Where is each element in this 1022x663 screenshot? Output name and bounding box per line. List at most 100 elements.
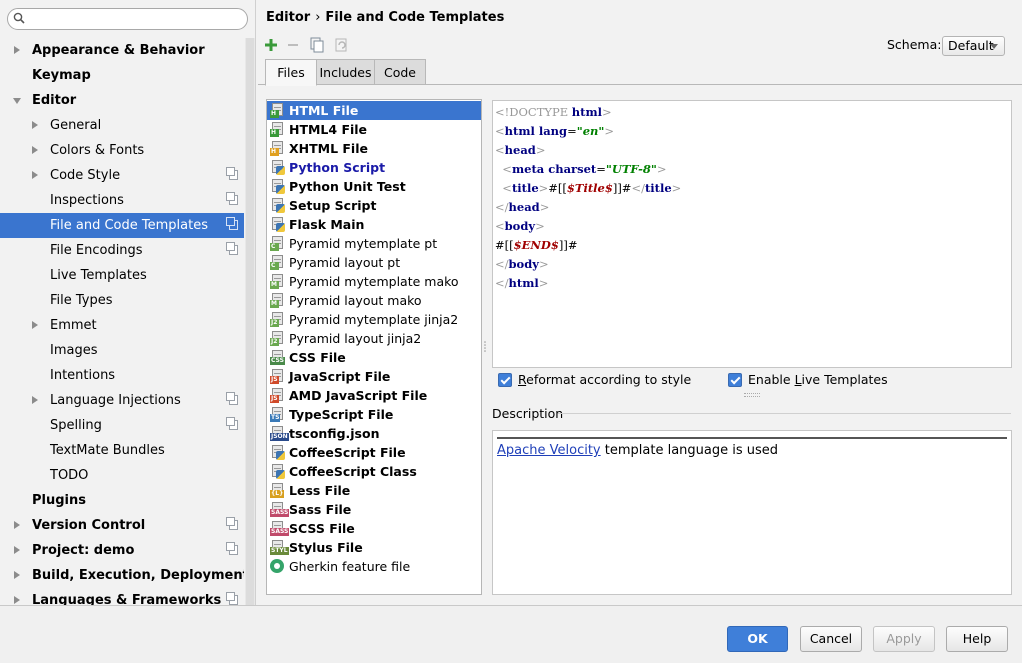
- chevron-right-icon[interactable]: [14, 46, 20, 54]
- sidebar-item-general[interactable]: General: [0, 113, 244, 138]
- chevron-right-icon[interactable]: [32, 121, 38, 129]
- template-item-stylus-file[interactable]: STYL Stylus File: [267, 538, 481, 557]
- template-name: XHTML File: [289, 141, 368, 156]
- schema-dropdown[interactable]: Default: [942, 36, 1005, 56]
- template-item-setup-script[interactable]: Setup Script: [267, 196, 481, 215]
- reset-icon[interactable]: [332, 36, 350, 54]
- template-editor[interactable]: <!DOCTYPE html> <html lang="en"> <head> <m…: [492, 100, 1012, 368]
- sidebar-item-code-style[interactable]: Code Style: [0, 163, 244, 188]
- template-item-less-file[interactable]: {L} Less File: [267, 481, 481, 500]
- sidebar-item-inspections[interactable]: Inspections: [0, 188, 244, 213]
- template-item-amd-javascript-file[interactable]: JS AMD JavaScript File: [267, 386, 481, 405]
- velocity-link[interactable]: Apache Velocity: [497, 443, 601, 458]
- sidebar-item-textmate-bundles[interactable]: TextMate Bundles: [0, 438, 244, 463]
- sidebar-scrollbar[interactable]: [245, 38, 255, 605]
- description-divider: [558, 413, 1011, 414]
- sidebar-item-languages-frameworks[interactable]: Languages & Frameworks: [0, 588, 244, 605]
- sidebar-item-file-and-code-templates[interactable]: File and Code Templates: [0, 213, 244, 238]
- chevron-right-icon[interactable]: [32, 146, 38, 154]
- template-name: Pyramid layout jinja2: [289, 331, 422, 346]
- template-item-python-unit-test[interactable]: Python Unit Test: [267, 177, 481, 196]
- sidebar-item-plugins[interactable]: Plugins: [0, 488, 244, 513]
- code-token: >: [535, 143, 546, 157]
- template-item-javascript-file[interactable]: JS JavaScript File: [267, 367, 481, 386]
- sidebar-item-todo[interactable]: TODO: [0, 463, 244, 488]
- code-line: <head>: [495, 141, 545, 160]
- template-name: Pyramid mytemplate mako: [289, 274, 459, 289]
- splitter-handle[interactable]: [483, 340, 489, 354]
- template-item-flask-main[interactable]: Flask Main: [267, 215, 481, 234]
- sidebar-item-build-execution-deployment[interactable]: Build, Execution, Deployment: [0, 563, 244, 588]
- tab-includes[interactable]: Includes: [316, 59, 375, 85]
- sidebar-item-intentions[interactable]: Intentions: [0, 363, 244, 388]
- reformat-checkbox[interactable]: [498, 373, 512, 387]
- template-item-pyramid-layout-pt[interactable]: C Pyramid layout pt: [267, 253, 481, 272]
- template-item-sass-file[interactable]: SASS Sass File: [267, 500, 481, 519]
- sidebar-item-language-injections[interactable]: Language Injections: [0, 388, 244, 413]
- sidebar-item-keymap[interactable]: Keymap: [0, 63, 244, 88]
- code-token: body: [508, 257, 539, 271]
- add-icon[interactable]: [262, 36, 280, 54]
- template-item-scss-file[interactable]: SASS SCSS File: [267, 519, 481, 538]
- template-item-coffeescript-class[interactable]: CoffeeScript Class: [267, 462, 481, 481]
- chevron-right-icon[interactable]: [14, 546, 20, 554]
- template-item-python-script[interactable]: Python Script: [267, 158, 481, 177]
- template-item-typescript-file[interactable]: TS TypeScript File: [267, 405, 481, 424]
- copy-icon[interactable]: [308, 36, 326, 54]
- sidebar-item-file-types[interactable]: File Types: [0, 288, 244, 313]
- file-badge: H: [270, 110, 279, 118]
- sidebar-item-appearance-behavior[interactable]: Appearance & Behavior: [0, 38, 244, 63]
- sidebar-item-label: Keymap: [32, 68, 91, 83]
- template-item-pyramid-layout-jinja2[interactable]: J2 Pyramid layout jinja2: [267, 329, 481, 348]
- chevron-right-icon[interactable]: [14, 521, 20, 529]
- template-item-gherkin-feature-file[interactable]: Gherkin feature file: [267, 557, 481, 576]
- chevron-right-icon[interactable]: [14, 596, 20, 604]
- template-item-pyramid-mytemplate-jinja2[interactable]: J2 Pyramid mytemplate jinja2: [267, 310, 481, 329]
- chevron-down-icon[interactable]: [13, 98, 21, 104]
- sidebar-item-images[interactable]: Images: [0, 338, 244, 363]
- sidebar-item-editor[interactable]: Editor: [0, 88, 244, 113]
- sidebar-item-live-templates[interactable]: Live Templates: [0, 263, 244, 288]
- search-input[interactable]: [7, 8, 248, 30]
- sidebar-item-label: General: [50, 118, 102, 133]
- chevron-right-icon[interactable]: [14, 571, 20, 579]
- sidebar-item-label: File Encodings: [50, 243, 143, 258]
- template-item-coffeescript-file[interactable]: CoffeeScript File: [267, 443, 481, 462]
- code-token: </: [631, 181, 645, 195]
- live-templates-checkbox[interactable]: [728, 373, 742, 387]
- template-item-html-file[interactable]: H HTML File: [267, 101, 481, 120]
- resize-grip[interactable]: [744, 393, 760, 397]
- cancel-button[interactable]: Cancel: [800, 626, 862, 652]
- tab-files[interactable]: Files: [265, 59, 317, 86]
- template-item-html4-file[interactable]: H HTML4 File: [267, 120, 481, 139]
- template-item-pyramid-mytemplate-mako[interactable]: M Pyramid mytemplate mako: [267, 272, 481, 291]
- sidebar-item-spelling[interactable]: Spelling: [0, 413, 244, 438]
- remove-icon[interactable]: [284, 36, 302, 54]
- sidebar-item-project-demo[interactable]: Project: demo: [0, 538, 244, 563]
- sidebar-item-emmet[interactable]: Emmet: [0, 313, 244, 338]
- chevron-right-icon[interactable]: [32, 321, 38, 329]
- template-item-tsconfig-json[interactable]: JSON tsconfig.json: [267, 424, 481, 443]
- tab-code[interactable]: Code: [374, 59, 426, 85]
- template-item-pyramid-layout-mako[interactable]: M Pyramid layout mako: [267, 291, 481, 310]
- ok-button[interactable]: OK: [727, 626, 788, 652]
- template-item-pyramid-mytemplate-pt[interactable]: C Pyramid mytemplate pt: [267, 234, 481, 253]
- reformat-label[interactable]: Reformat according to style: [518, 372, 691, 387]
- sidebar-item-version-control[interactable]: Version Control: [0, 513, 244, 538]
- live-templates-label[interactable]: Enable Live Templates: [748, 372, 888, 387]
- template-name: Python Script: [289, 160, 386, 175]
- file-badge: H: [270, 129, 279, 137]
- chevron-right-icon[interactable]: [32, 396, 38, 404]
- file-type-icon: JSON: [270, 426, 289, 441]
- template-item-css-file[interactable]: CSS CSS File: [267, 348, 481, 367]
- apply-button[interactable]: Apply: [873, 626, 935, 652]
- settings-tree: Appearance & Behavior Keymap Editor General…: [0, 38, 244, 605]
- sidebar-item-label: Code Style: [50, 168, 121, 183]
- sidebar-item-file-encodings[interactable]: File Encodings: [0, 238, 244, 263]
- template-item-xhtml-file[interactable]: H XHTML File: [267, 139, 481, 158]
- sidebar-item-colors-fonts[interactable]: Colors & Fonts: [0, 138, 244, 163]
- scrollbar-thumb[interactable]: [246, 38, 254, 605]
- chevron-right-icon[interactable]: [32, 171, 38, 179]
- schema-value: Default: [948, 38, 994, 53]
- help-button[interactable]: Help: [946, 626, 1008, 652]
